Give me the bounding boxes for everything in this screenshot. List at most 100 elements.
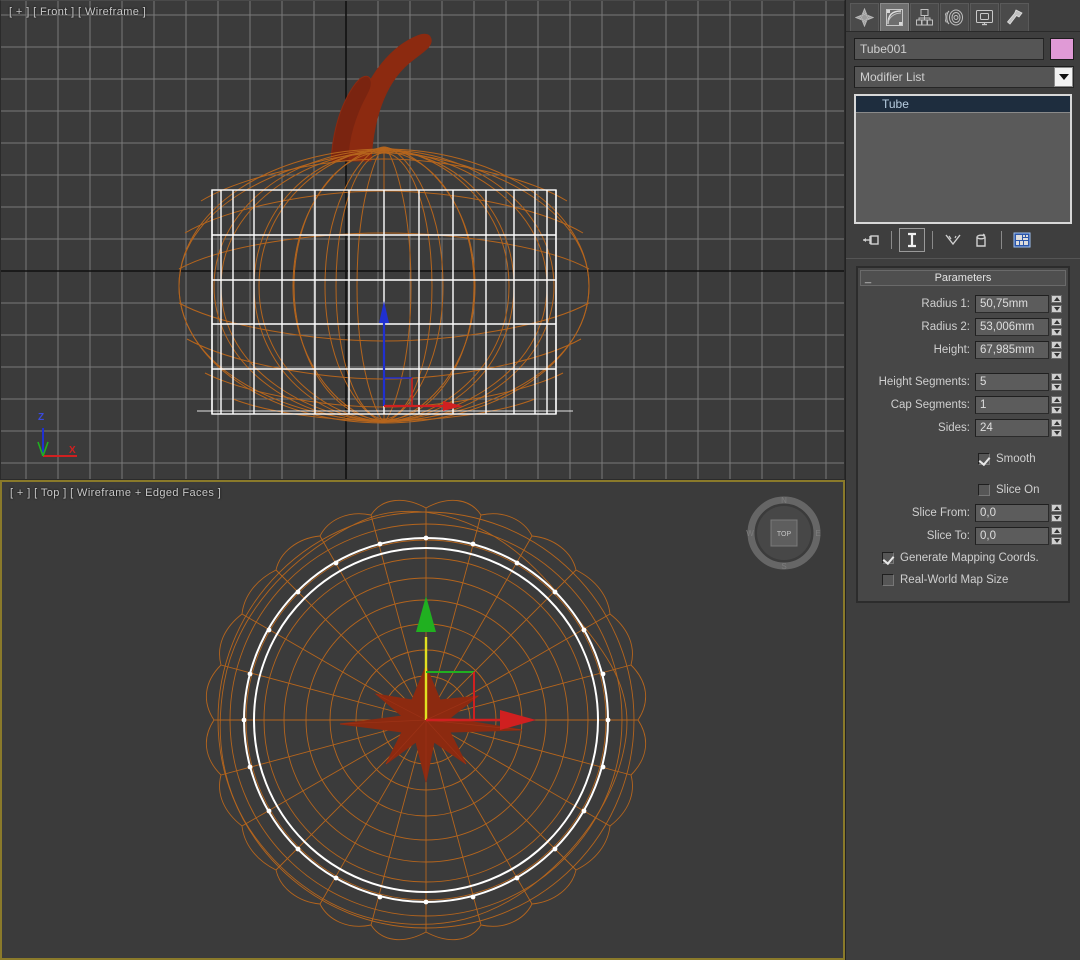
spacer [860,472,1062,481]
toolbar-separator [932,231,933,249]
slice-from-spinner[interactable] [1051,504,1062,522]
tab-hierarchy[interactable] [910,3,939,31]
slice-on-checkbox[interactable] [978,484,990,496]
max-application-window: [ + ] [ Front ] [ Wireframe ] Z X [0,0,1080,960]
hierarchy-icon [915,8,934,27]
configure-modifier-sets-button[interactable] [1009,228,1035,252]
object-name-row [846,32,1080,64]
command-panel: Modifier List Tube [845,0,1080,960]
height-segments-field[interactable] [975,373,1049,391]
height-field[interactable] [975,341,1049,359]
front-axis-tripod: Z X [25,406,81,464]
tab-create[interactable] [850,3,879,31]
slice-from-field[interactable] [975,504,1049,522]
svg-text:E: E [815,529,820,538]
spacer [860,441,1062,450]
front-viewport-canvas [1,1,844,479]
height-label: Height: [934,344,975,356]
svg-text:W: W [746,529,754,538]
param-row-height-segments: Height Segments: [860,372,1062,391]
param-row-radius2: Radius 2: [860,317,1062,336]
motion-rings-icon [945,8,964,27]
cap-segments-spinner[interactable] [1051,396,1062,414]
modifier-stack-item-tube[interactable]: Tube [856,96,1070,113]
top-viewport-canvas [2,482,843,958]
slice-to-spinner[interactable] [1051,527,1062,545]
checkbox-row-slice-on: Slice On [860,481,1062,499]
front-axis-x-label: X [69,445,76,456]
viewport-top[interactable]: [ + ] [ Top ] [ Wireframe + Edged Faces … [0,480,845,960]
chevron-down-icon[interactable] [1054,67,1073,87]
trash-can-icon [973,232,989,248]
cap-segments-field[interactable] [975,396,1049,414]
parameters-rollout-body: Radius 1: Radius 2: Height: [858,288,1068,601]
viewport-top-label: [ + ] [ Top ] [ Wireframe + Edged Faces … [10,487,221,499]
object-name-field[interactable] [854,38,1044,60]
remove-modifier-button[interactable] [968,228,994,252]
cap-segments-label: Cap Segments: [891,399,975,411]
parameters-rollout: _ Parameters Radius 1: Radius 2: [856,266,1070,603]
svg-text:TOP: TOP [777,531,792,538]
height-segments-label: Height Segments: [879,376,975,388]
modifier-stack-item-label: Tube [882,97,909,111]
param-row-height: Height: [860,340,1062,359]
param-row-cap-segments: Cap Segments: [860,395,1062,414]
modifier-stack[interactable]: Tube [854,94,1072,224]
real-world-map-size-label: Real-World Map Size [900,574,1008,586]
modifier-list-dropdown[interactable]: Modifier List [854,66,1074,88]
generate-mapping-coords-label: Generate Mapping Coords. [900,552,1039,564]
smooth-label: Smooth [996,453,1036,465]
panel-divider [846,258,1080,259]
pin-stack-button[interactable] [858,228,884,252]
real-world-map-size-checkbox[interactable] [882,574,894,586]
viewport-area: [ + ] [ Front ] [ Wireframe ] Z X [0,0,845,960]
viewport-front-label: [ + ] [ Front ] [ Wireframe ] [9,6,146,18]
tab-motion[interactable] [940,3,969,31]
tab-utilities[interactable] [1000,3,1029,31]
toolbar-separator [891,231,892,249]
parameters-rollout-header[interactable]: _ Parameters [860,270,1066,286]
param-row-slice-from: Slice From: [860,503,1062,522]
modifier-list-label: Modifier List [855,70,1054,84]
radius2-spinner[interactable] [1051,318,1062,336]
generate-mapping-coords-checkbox[interactable] [882,552,894,564]
slice-to-field[interactable] [975,527,1049,545]
radius1-spinner[interactable] [1051,295,1062,313]
viewport-front[interactable]: [ + ] [ Front ] [ Wireframe ] Z X [0,0,845,480]
show-end-result-button[interactable] [899,228,925,252]
modifier-list-row: Modifier List [846,64,1080,92]
toolbar-separator [1001,231,1002,249]
modify-curve-icon [885,8,904,27]
slice-to-label: Slice To: [927,530,975,542]
front-axis-z-label: Z [38,412,44,423]
make-unique-button[interactable] [940,228,966,252]
checkbox-row-real-world-map: Real-World Map Size [860,571,1062,589]
object-color-swatch[interactable] [1050,38,1074,60]
tab-display[interactable] [970,3,999,31]
tab-modify[interactable] [880,3,909,31]
height-spinner[interactable] [1051,341,1062,359]
slice-on-label: Slice On [996,484,1039,496]
sides-label: Sides: [938,422,975,434]
create-star-icon [855,8,874,27]
sides-spinner[interactable] [1051,419,1062,437]
svg-text:S: S [781,562,786,571]
parameters-rollout-title: Parameters [935,272,992,284]
slice-from-label: Slice From: [912,507,975,519]
radius1-field[interactable] [975,295,1049,313]
pin-stack-icon [861,232,881,248]
spacer [860,363,1062,372]
make-unique-icon [944,232,962,248]
sides-field[interactable] [975,419,1049,437]
height-segments-spinner[interactable] [1051,373,1062,391]
view-cube[interactable]: TOP N E S W [745,494,823,572]
param-row-slice-to: Slice To: [860,526,1062,545]
checkbox-row-smooth: Smooth [860,450,1062,468]
configure-sets-icon [1013,232,1031,248]
radius2-field[interactable] [975,318,1049,336]
smooth-checkbox[interactable] [978,453,990,465]
radius2-label: Radius 2: [921,321,975,333]
param-row-sides: Sides: [860,418,1062,437]
rollout-minimize-glyph: _ [865,271,871,286]
radius1-label: Radius 1: [921,298,975,310]
